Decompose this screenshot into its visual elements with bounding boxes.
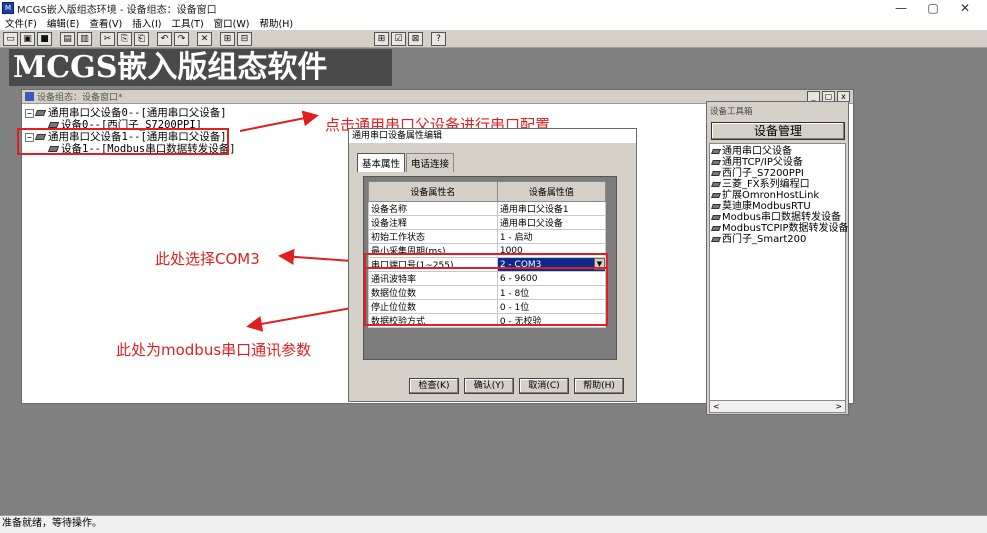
list-item-label: Modbus串口数据转发设备 — [722, 212, 841, 223]
table-row[interactable]: 设备名称 通用串口父设备1 — [368, 201, 607, 216]
status-bar: 准备就绪，等待操作。 — [0, 515, 987, 533]
arrow-to-tree — [239, 110, 319, 132]
list-item-label: ModbusTCPIP数据转发设备 — [722, 223, 849, 234]
property-value[interactable]: 通用串口父设备1 — [496, 201, 607, 216]
list-item[interactable]: 三菱_FX系列编程口 — [711, 179, 845, 190]
table-row[interactable]: 设备注释 通用串口父设备 — [368, 215, 607, 230]
list-item[interactable]: Modbus串口数据转发设备 — [711, 212, 845, 223]
property-value[interactable]: 1 - 启动 — [496, 229, 607, 244]
confirm-button[interactable]: 确认(Y) — [464, 378, 514, 394]
list-item[interactable]: 通用串口父设备 — [711, 146, 845, 157]
device-toolbox: 设备工具箱 设备管理 通用串口父设备 通用TCP/IP父设备 西门子_S7200… — [706, 101, 849, 415]
list-item[interactable]: 西门子_S7200PPI — [711, 168, 845, 179]
property-name: 设备名称 — [368, 201, 498, 216]
tab-basic[interactable]: 基本属性 — [357, 153, 406, 172]
list-item[interactable]: ModbusTCPIP数据转发设备 — [711, 223, 849, 234]
list-item[interactable]: 莫迪康ModbusRTU — [711, 201, 845, 212]
device-icon — [711, 214, 721, 220]
list-item-label: 通用串口父设备 — [722, 146, 792, 157]
column-header-name: 设备属性名 — [368, 181, 498, 202]
cancel-button[interactable]: 取消(C) — [519, 378, 569, 394]
property-name: 初始工作状态 — [368, 229, 498, 244]
list-item[interactable]: 通用TCP/IP父设备 — [711, 157, 845, 168]
device-icon — [711, 192, 721, 198]
list-item-label: 通用TCP/IP父设备 — [722, 157, 803, 168]
list-item-label: 西门子_S7200PPI — [722, 168, 804, 179]
tab-phone[interactable]: 电话连接 — [406, 153, 455, 172]
list-item-label: 扩展OmronHostLink — [722, 190, 820, 201]
annotation-com: 此处选择COM3 — [155, 250, 260, 268]
dialog-buttons: 检查(K) 确认(Y) 取消(C) 帮助(H) — [409, 378, 629, 394]
column-header-value: 设备属性值 — [496, 181, 607, 202]
device-icon — [711, 170, 721, 176]
device-icon — [711, 148, 721, 154]
dialog-title: 通用串口设备属性编辑 — [349, 129, 636, 143]
serial-properties-dialog: 通用串口设备属性编辑 基本属性 电话连接 设备属性名 设备属性值 设备名称 通用串… — [348, 128, 637, 402]
toolbox-title: 设备工具箱 — [710, 107, 753, 117]
device-icon — [711, 236, 721, 242]
scroll-left-icon[interactable]: < — [713, 401, 720, 412]
device-icon — [711, 203, 721, 209]
list-item-label: 三菱_FX系列编程口 — [722, 179, 810, 190]
list-item-label: 西门子_Smart200 — [722, 234, 807, 245]
check-button[interactable]: 检查(K) — [409, 378, 459, 394]
property-value[interactable]: 通用串口父设备 — [496, 215, 607, 230]
device-manage-button[interactable]: 设备管理 — [711, 122, 845, 140]
device-icon — [711, 181, 721, 187]
annotation-params: 此处为modbus串口通讯参数 — [116, 341, 312, 359]
horizontal-scrollbar[interactable]: < > — [710, 400, 845, 412]
device-icon — [711, 225, 721, 231]
list-item[interactable]: 扩展OmronHostLink — [711, 190, 845, 201]
arrow-to-params — [246, 305, 364, 332]
list-item[interactable]: 西门子_Smart200 — [711, 234, 845, 245]
highlight-box-params — [364, 267, 608, 326]
property-name: 设备注释 — [368, 215, 498, 230]
help-button[interactable]: 帮助(H) — [574, 378, 624, 394]
list-item-label: 莫迪康ModbusRTU — [722, 201, 811, 212]
dialog-tabs: 基本属性 电话连接 — [357, 153, 455, 172]
device-icon — [711, 159, 721, 165]
table-row[interactable]: 初始工作状态 1 - 启动 — [368, 229, 607, 244]
toolbox-list: 通用串口父设备 通用TCP/IP父设备 西门子_S7200PPI 三菱_FX系列… — [709, 143, 849, 413]
scroll-right-icon[interactable]: > — [835, 401, 842, 412]
